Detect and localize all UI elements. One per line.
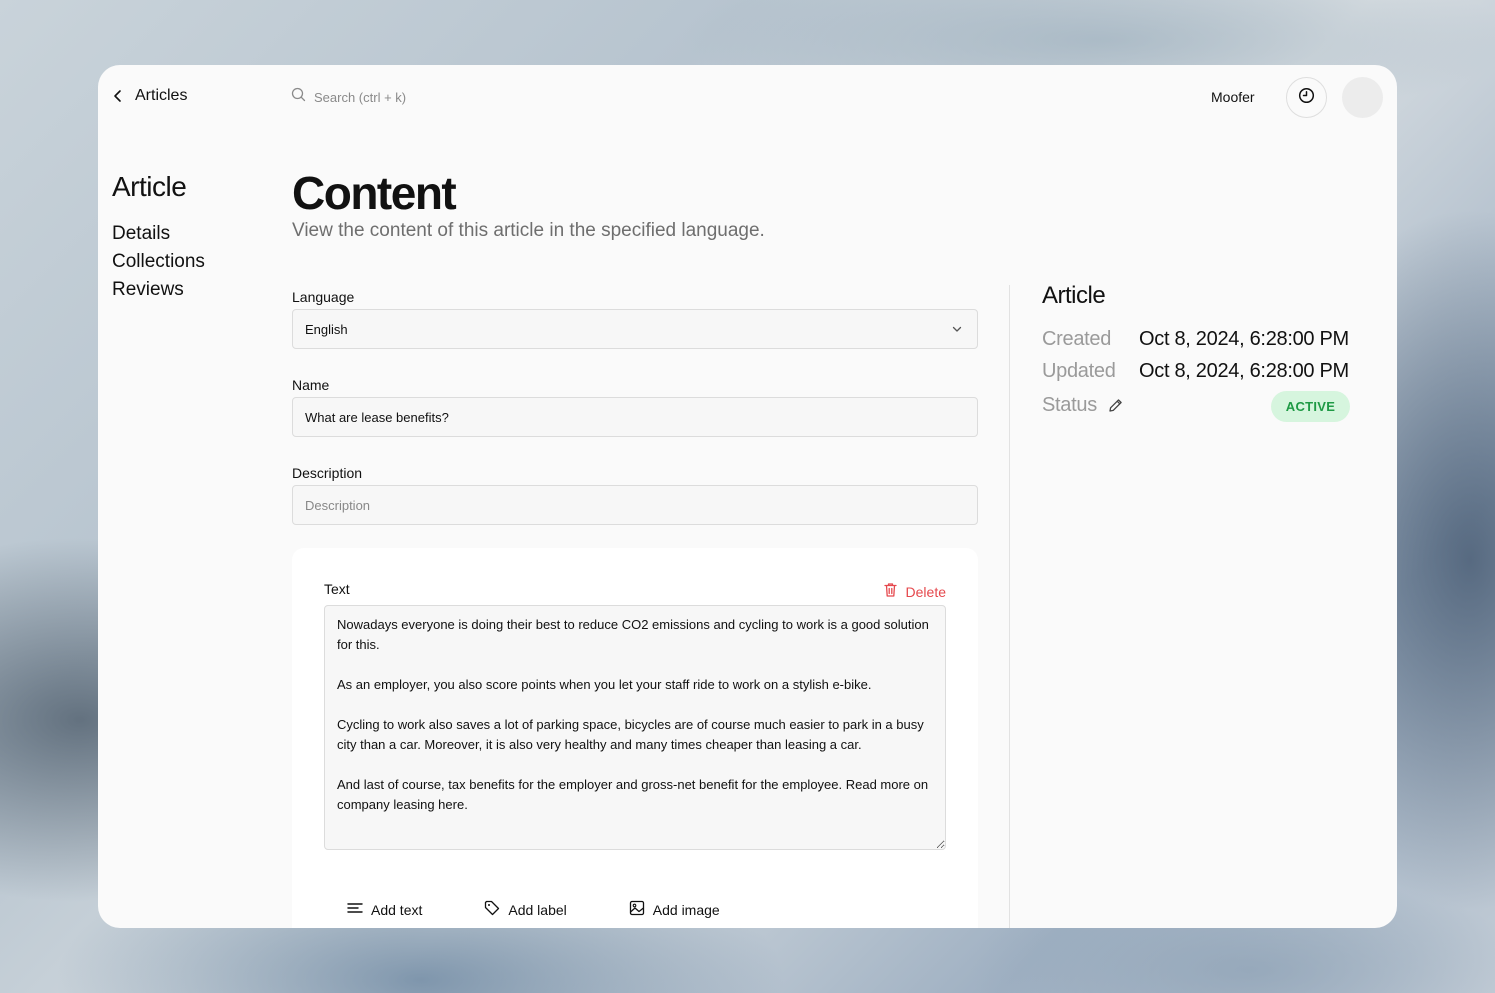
- chevron-down-icon: [951, 323, 963, 338]
- text-lines-icon: [347, 901, 363, 918]
- text-block-textarea[interactable]: Nowadays everyone is doing their best to…: [324, 605, 946, 850]
- created-value: Oct 8, 2024, 6:28:00 PM: [1139, 328, 1349, 350]
- trash-icon: [883, 582, 898, 601]
- block-actions: Add text Add label Add image: [347, 900, 782, 919]
- add-label-label: Add label: [508, 901, 567, 918]
- delete-label: Delete: [905, 583, 946, 600]
- text-block-label: Text: [324, 581, 350, 597]
- created-row: Created Oct 8, 2024, 6:28:00 PM: [1042, 328, 1352, 351]
- updated-key: Updated: [1042, 360, 1116, 382]
- sidebar-item-collections[interactable]: Collections: [112, 251, 205, 273]
- sidebar-title: Article: [112, 171, 187, 202]
- details-panel-title: Article: [1042, 282, 1106, 309]
- chevron-left-icon: [113, 87, 125, 105]
- delete-block-button[interactable]: Delete: [883, 582, 946, 601]
- add-image-label: Add image: [652, 901, 720, 918]
- page-subtitle: View the content of this article in the …: [292, 220, 765, 241]
- name-label: Name: [292, 377, 330, 393]
- sidebar-item-details[interactable]: Details: [112, 223, 205, 245]
- pencil-icon[interactable]: [1107, 397, 1124, 414]
- name-field[interactable]: What are lease benefits?: [292, 397, 978, 437]
- tag-icon: [484, 900, 500, 919]
- text-content-block: Text Delete Nowadays everyone is doing t…: [292, 548, 978, 928]
- search-bar[interactable]: Search (ctrl + k): [291, 87, 591, 107]
- description-label: Description: [292, 465, 363, 481]
- add-image-button[interactable]: Add image: [629, 900, 720, 919]
- add-label-button[interactable]: Add label: [484, 900, 567, 919]
- app-window: Articles Search (ctrl + k) Moofer Articl…: [98, 65, 1397, 928]
- status-badge: ACTIVE: [1271, 391, 1350, 422]
- user-name[interactable]: Moofer: [1211, 89, 1255, 105]
- search-placeholder: Search (ctrl + k): [314, 89, 407, 105]
- add-text-button[interactable]: Add text: [347, 900, 422, 919]
- back-label: Articles: [135, 87, 188, 104]
- language-value: English: [305, 321, 348, 337]
- updated-value: Oct 8, 2024, 6:28:00 PM: [1139, 360, 1349, 382]
- sidebar-item-reviews[interactable]: Reviews: [112, 279, 205, 301]
- sidebar-nav: Details Collections Reviews: [112, 223, 205, 301]
- panel-divider: [1009, 285, 1010, 928]
- image-icon: [629, 900, 645, 919]
- page-title: Content: [292, 167, 457, 219]
- updated-row: Updated Oct 8, 2024, 6:28:00 PM: [1042, 360, 1352, 383]
- language-select[interactable]: English: [292, 309, 978, 349]
- history-button[interactable]: [1286, 77, 1327, 118]
- clock-icon: [1298, 87, 1315, 109]
- search-icon: [291, 87, 306, 107]
- add-text-label: Add text: [371, 901, 423, 918]
- status-key: Status: [1042, 394, 1097, 416]
- back-to-articles-link[interactable]: Articles: [113, 87, 187, 105]
- description-field[interactable]: Description: [292, 485, 978, 525]
- created-key: Created: [1042, 328, 1112, 350]
- language-label: Language: [292, 289, 355, 305]
- avatar[interactable]: [1342, 77, 1383, 118]
